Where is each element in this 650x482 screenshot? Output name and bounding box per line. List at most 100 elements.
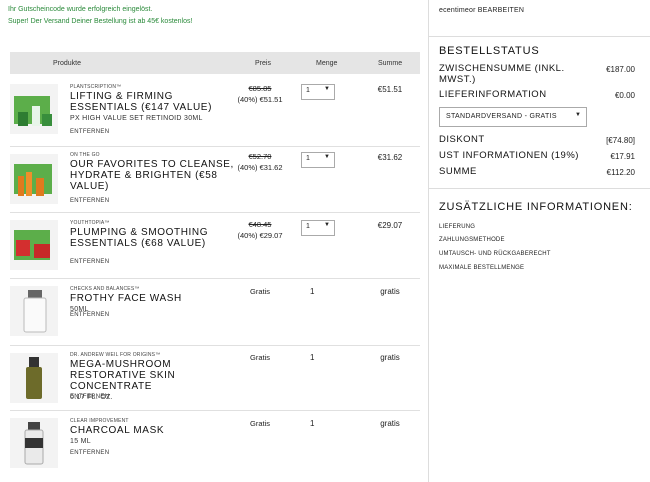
product-brand: CLEAR IMPROVEMENT [70,418,129,424]
additional-info-title: ZUSÄTZLICHE INFORMATIONEN: [439,201,633,213]
product-image[interactable] [10,84,58,134]
remove-button[interactable]: ENTFERNEN [70,198,109,204]
subtotal-value: €187.00 [606,65,635,74]
quantity-value: 1 [310,287,315,296]
order-summary-sidebar: ecentimeor BEARBEITEN BESTELLSTATUS ZWIS… [428,0,650,482]
cart-table: Produkte Preis Menge Summe PLANTSCRIPTIO… [10,52,420,468]
header-products: Produkte [53,59,82,67]
total-value: €112.20 [606,168,635,177]
price-cell: Gratis [249,353,270,362]
product-name[interactable]: OUR FAVORITES TO CLEANSE, HYDRATE & BRIG… [70,159,240,192]
price-cell: Gratis [249,419,270,428]
price-cell: €85.85 (40%) €51.51 [234,84,286,104]
cart-row: ON THE GO OUR FAVORITES TO CLEANSE, HYDR… [10,146,420,213]
product-brand: CHECKS AND BALANCES™ [70,286,140,292]
line-total: €31.62 [377,153,403,162]
product-info: YOUTHTOPIA™ PLUMPING & SMOOTHING ESSENTI… [70,220,240,249]
product-brand: DR. ANDREW WEIL FOR ORIGINS™ [70,352,161,358]
product-image[interactable] [10,418,58,468]
line-total: gratis [380,353,400,362]
price-cell: Gratis [249,287,270,296]
shipping-method-value: STANDARDVERSAND - GRATIS [446,113,557,120]
product-name[interactable]: FROTHY FACE WASH [70,293,240,304]
product-image-art [14,96,52,126]
product-size: 15 ML [70,438,91,445]
header-quantity: Menge [316,59,338,67]
product-brand: ON THE GO [70,152,100,158]
product-name[interactable]: LIFTING & FIRMING ESSENTIALS (€147 VALUE… [70,91,240,113]
original-price: €85.85 [248,84,272,93]
line-total: €51.51 [377,85,403,94]
chevron-down-icon: ▼ [324,154,330,160]
product-image[interactable] [10,286,58,336]
cart-row: PLANTSCRIPTION™ LIFTING & FIRMING ESSENT… [10,74,420,147]
product-info: PLANTSCRIPTION™ LIFTING & FIRMING ESSENT… [70,84,240,122]
product-brand: PLANTSCRIPTION™ [70,84,122,90]
product-image[interactable] [10,353,58,403]
chevron-down-icon: ▼ [324,222,330,228]
discounted-price: (40%) €51.51 [237,95,283,104]
remove-button[interactable]: ENTFERNEN [70,450,109,456]
remove-button[interactable]: ENTFERNEN [70,129,109,135]
product-image-art [23,290,47,333]
divider [429,188,650,189]
product-image-art [14,230,50,260]
remove-button[interactable]: ENTFERNEN [70,312,109,318]
discount-value: [€74.80] [606,136,635,145]
free-shipping-message: Super! Der Versand Deiner Bestellung ist… [8,18,193,25]
link-delivery[interactable]: LIEFERUNG [439,224,475,230]
cart-row: CHECKS AND BALANCES™ FROTHY FACE WASH 50… [10,278,420,346]
voucher-success-message: Ihr Gutscheincode wurde erfolgreich eing… [8,6,153,13]
original-price: €48.45 [248,220,272,229]
product-brand: YOUTHTOPIA™ [70,220,110,226]
link-payment-method[interactable]: ZAHLUNGSMETHODE [439,237,505,243]
line-total: gratis [380,287,400,296]
line-total: gratis [380,419,400,428]
original-price: €52.70 [248,152,272,161]
header-total: Summe [378,59,403,67]
shipping-method-select[interactable]: STANDARDVERSAND - GRATIS ▼ [439,107,587,127]
account-edit-link[interactable]: ecentimeor BEARBEITEN [439,7,524,14]
cart-table-header: Produkte Preis Menge Summe [10,52,420,74]
quantity-value: 1 [310,419,315,428]
cart-row: DR. ANDREW WEIL FOR ORIGINS™ MEGA-MUSHRO… [10,345,420,411]
chevron-down-icon: ▼ [575,112,581,118]
link-max-order[interactable]: MAXIMALE BESTELLMENGE [439,265,524,271]
quantity-select[interactable]: 1 ▼ [301,84,335,100]
total-label: SUMME [439,166,477,177]
price-cell: €52.70 (40%) €31.62 [234,152,286,172]
line-total: €29.07 [377,221,403,230]
remove-button[interactable]: ENTFERNEN [70,259,109,265]
tax-value: €17.91 [610,152,635,161]
product-name[interactable]: MEGA-MUSHROOM RESTORATIVE SKIN CONCENTRA… [70,359,240,392]
product-image-art [26,357,42,399]
price-cell: €48.45 (40%) €29.07 [234,220,286,240]
cart-row: CLEAR IMPROVEMENT CHARCOAL MASK 15 ML EN… [10,410,420,478]
product-info: CHECKS AND BALANCES™ FROTHY FACE WASH 50… [70,286,240,313]
subtotal-label: ZWISCHENSUMME (INKL. MWST.) [439,63,565,85]
link-returns[interactable]: UMTAUSCH- UND RÜCKGABERECHT [439,251,551,257]
product-image[interactable] [10,220,58,270]
product-name[interactable]: CHARCOAL MASK [70,425,240,436]
product-name[interactable]: PLUMPING & SMOOTHING ESSENTIALS (€68 VAL… [70,227,240,249]
product-info: CLEAR IMPROVEMENT CHARCOAL MASK 15 ML [70,418,240,445]
delivery-label: LIEFERINFORMATION [439,89,547,100]
product-image[interactable] [10,154,58,204]
quantity-value: 1 [306,87,310,94]
remove-button[interactable]: ENTFERNEN [70,394,109,400]
quantity-value: 1 [310,353,315,362]
quantity-select[interactable]: 1 ▼ [301,220,335,236]
product-info: ON THE GO OUR FAVORITES TO CLEANSE, HYDR… [70,152,240,192]
discounted-price: (40%) €29.07 [237,231,283,240]
cart-row: YOUTHTOPIA™ PLUMPING & SMOOTHING ESSENTI… [10,212,420,279]
order-status-title: BESTELLSTATUS [439,45,540,57]
header-price: Preis [255,59,271,67]
quantity-value: 1 [306,223,310,230]
quantity-value: 1 [306,155,310,162]
quantity-select[interactable]: 1 ▼ [301,152,335,168]
discount-label: DISKONT [439,134,485,145]
tax-label: UST INFORMATIONEN (19%) [439,150,579,161]
delivery-value: €0.00 [614,91,635,100]
divider [429,36,650,37]
chevron-down-icon: ▼ [324,86,330,92]
